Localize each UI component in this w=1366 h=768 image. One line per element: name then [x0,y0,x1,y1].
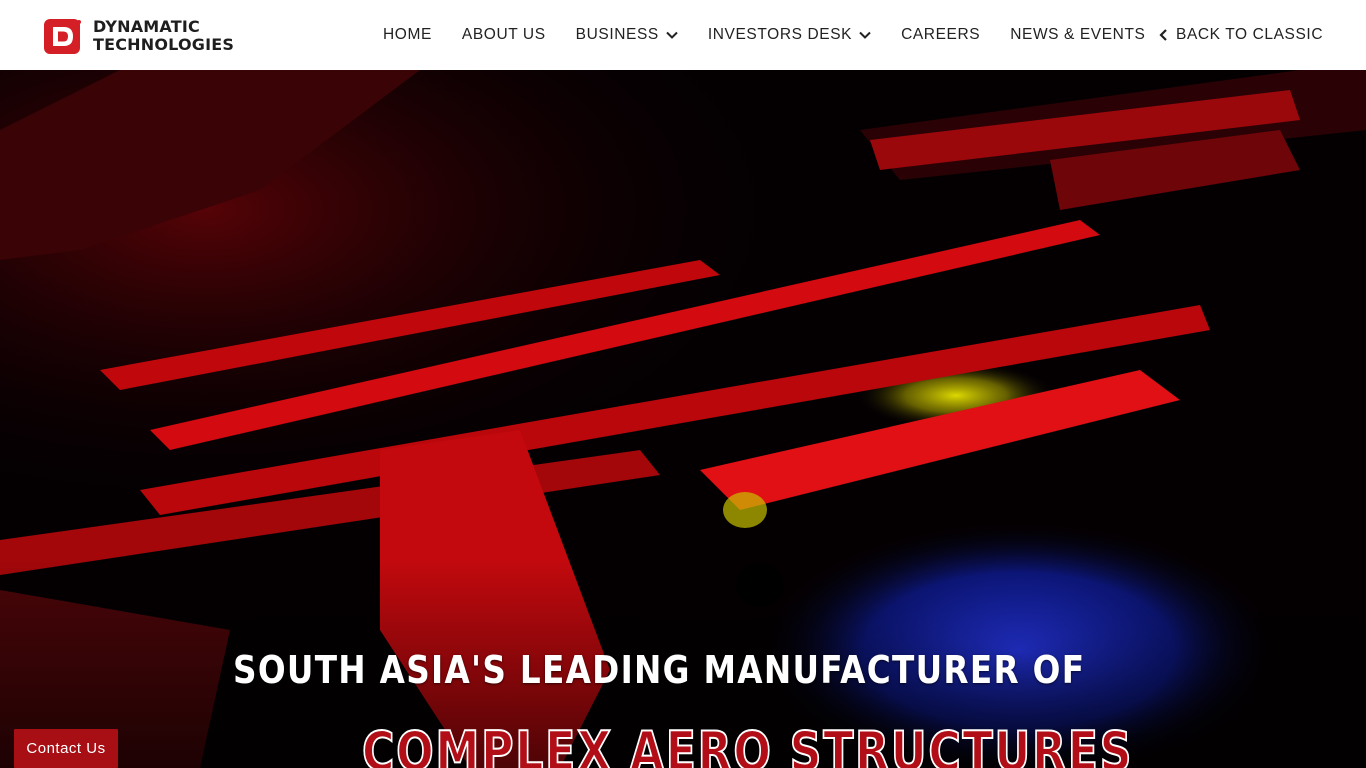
nav-news-events-label: NEWS & EVENTS [1010,26,1146,43]
brand-logo[interactable]: DYNAMATIC TECHNOLOGIES [44,18,234,54]
back-to-classic-link[interactable]: BACK TO CLASSIC [1158,0,1323,70]
nav-business[interactable]: BUSINESS [576,26,678,44]
main-nav: HOME ABOUT US BUSINESS INVESTORS DESK CA… [383,0,1176,70]
site-header: DYNAMATIC TECHNOLOGIES HOME ABOUT US BUS… [0,0,1366,70]
nav-investors-desk-label: INVESTORS DESK [707,26,853,43]
hero-headline: SOUTH ASIA'S LEADING MANUFACTURER OF [233,648,1086,692]
nav-about-us[interactable]: ABOUT US [462,26,546,44]
nav-business-label: BUSINESS [575,26,659,43]
nav-careers[interactable]: CAREERS [901,26,980,44]
back-to-classic-label: BACK TO CLASSIC [1176,26,1324,43]
nav-home-label: HOME [383,26,432,43]
hero-banner: SOUTH ASIA'S LEADING MANUFACTURER OF COM… [0,70,1366,768]
chevron-down-icon [666,31,678,39]
nav-news-events[interactable]: NEWS & EVENTS [1010,26,1145,44]
nav-about-us-label: ABOUT US [461,26,546,43]
hero-subline: COMPLEX AERO STRUCTURES [361,719,1134,768]
chevron-down-icon [859,31,871,39]
nav-home[interactable]: HOME [383,26,432,44]
brand-name: DYNAMATIC TECHNOLOGIES [93,18,234,54]
contact-us-button[interactable]: Contact Us [14,729,118,768]
brand-line-2: TECHNOLOGIES [93,35,235,54]
brand-line-1: DYNAMATIC [93,17,200,36]
nav-careers-label: CAREERS [901,26,981,43]
nav-investors-desk[interactable]: INVESTORS DESK [708,26,871,44]
dynamatic-logo-icon [44,18,81,54]
chevron-left-icon [1159,29,1167,41]
